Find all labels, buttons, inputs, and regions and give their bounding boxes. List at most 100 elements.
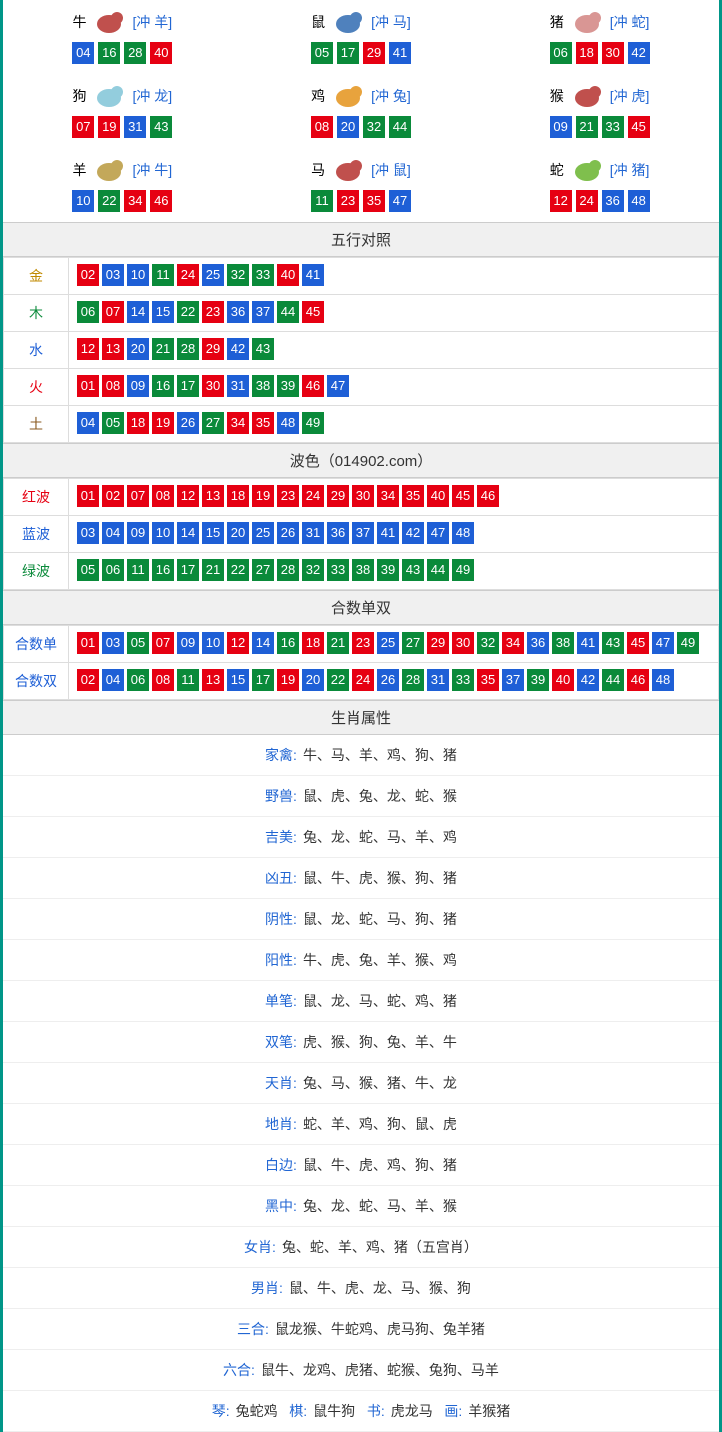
zodiac-balls: 07193143 — [3, 116, 242, 138]
zodiac-clash: [冲 蛇] — [610, 12, 650, 32]
attr-value: 兔、龙、蛇、马、羊、鸡 — [303, 829, 457, 845]
zodiac-icon — [329, 82, 367, 110]
number-ball: 03 — [77, 522, 99, 544]
number-ball: 48 — [452, 522, 474, 544]
attr-row: 黑中:兔、龙、蛇、马、羊、猴 — [3, 1186, 719, 1227]
zodiac-balls: 05172941 — [242, 42, 481, 64]
number-ball: 28 — [124, 42, 146, 64]
attr-row: 野兽: 鼠、虎、兔、龙、蛇、猴 — [3, 776, 719, 817]
number-ball: 12 — [550, 190, 572, 212]
number-ball: 37 — [252, 301, 274, 323]
number-ball: 28 — [177, 338, 199, 360]
number-ball: 27 — [202, 412, 224, 434]
attr-row: 吉美: 兔、龙、蛇、马、羊、鸡 — [3, 817, 719, 858]
attr-row: 女肖:兔、蛇、羊、鸡、猪（五宫肖） — [3, 1227, 719, 1268]
number-ball: 13 — [102, 338, 124, 360]
number-ball: 01 — [77, 632, 99, 654]
number-ball: 49 — [302, 412, 324, 434]
attr-key: 黑中: — [265, 1198, 297, 1214]
number-ball: 29 — [363, 42, 385, 64]
number-ball: 10 — [152, 522, 174, 544]
number-ball: 33 — [452, 669, 474, 691]
row-balls: 0102070812131819232429303435404546 — [69, 479, 719, 516]
zodiac-clash: [冲 虎] — [610, 86, 650, 106]
number-ball: 11 — [177, 669, 199, 691]
number-ball: 19 — [152, 412, 174, 434]
number-ball: 24 — [302, 485, 324, 507]
attr-value: 鼠、虎、兔、龙、蛇、猴 — [303, 788, 457, 804]
number-ball: 30 — [202, 375, 224, 397]
number-ball: 17 — [252, 669, 274, 691]
attr-key: 书: — [367, 1403, 385, 1419]
number-ball: 25 — [377, 632, 399, 654]
attr-row: 白边:鼠、牛、虎、鸡、狗、猪 — [3, 1145, 719, 1186]
number-ball: 49 — [677, 632, 699, 654]
attr-value: 鼠龙猴、牛蛇鸡、虎马狗、兔羊猪 — [275, 1321, 485, 1337]
heshu-table: 合数单0103050709101214161821232527293032343… — [3, 625, 719, 700]
section-header-bose: 波色（014902.com） — [3, 443, 719, 478]
attr-row: 地肖:蛇、羊、鸡、狗、鼠、虎 — [3, 1104, 719, 1145]
attr-value: 虎、猴、狗、兔、羊、牛 — [303, 1034, 457, 1050]
number-ball: 12 — [177, 485, 199, 507]
zodiac-balls: 10223446 — [3, 190, 242, 212]
number-ball: 09 — [127, 522, 149, 544]
number-ball: 31 — [124, 116, 146, 138]
attr-key: 棋: — [289, 1403, 307, 1419]
number-ball: 24 — [352, 669, 374, 691]
number-ball: 32 — [363, 116, 385, 138]
number-ball: 05 — [102, 412, 124, 434]
number-ball: 06 — [102, 559, 124, 581]
zodiac-cell: 牛[冲 羊]04162840 — [3, 0, 242, 74]
number-ball: 47 — [327, 375, 349, 397]
number-ball: 08 — [102, 375, 124, 397]
attr-row-footer: 琴:兔蛇鸡 棋:鼠牛狗 书:虎龙马 画:羊猴猪 — [3, 1391, 719, 1432]
number-ball: 27 — [402, 632, 424, 654]
zodiac-balls: 04162840 — [3, 42, 242, 64]
number-ball: 12 — [77, 338, 99, 360]
number-ball: 17 — [177, 375, 199, 397]
number-ball: 20 — [302, 669, 324, 691]
row-label: 合数单 — [4, 626, 69, 663]
number-ball: 16 — [277, 632, 299, 654]
number-ball: 39 — [277, 375, 299, 397]
attr-row: 六合:鼠牛、龙鸡、虎猪、蛇猴、兔狗、马羊 — [3, 1350, 719, 1391]
number-ball: 41 — [389, 42, 411, 64]
attr-row: 家禽:牛、马、羊、鸡、狗、猪 — [3, 735, 719, 776]
section-header-wuxing: 五行对照 — [3, 222, 719, 257]
attr-value: 兔、马、猴、猪、牛、龙 — [303, 1075, 457, 1091]
zodiac-clash: [冲 兔] — [371, 86, 411, 106]
number-ball: 23 — [277, 485, 299, 507]
attr-row: 三合:鼠龙猴、牛蛇鸡、虎马狗、兔羊猪 — [3, 1309, 719, 1350]
zodiac-icon — [568, 82, 606, 110]
number-ball: 25 — [252, 522, 274, 544]
number-ball: 10 — [202, 632, 224, 654]
attr-key: 野兽: — [265, 788, 297, 804]
number-ball: 48 — [277, 412, 299, 434]
zodiac-name: 马 — [311, 160, 325, 180]
number-ball: 19 — [252, 485, 274, 507]
number-ball: 17 — [337, 42, 359, 64]
number-ball: 23 — [202, 301, 224, 323]
row-balls: 0103050709101214161821232527293032343638… — [69, 626, 719, 663]
number-ball: 27 — [252, 559, 274, 581]
table-row: 水1213202128294243 — [4, 332, 719, 369]
attr-value: 蛇、羊、鸡、狗、鼠、虎 — [303, 1116, 457, 1132]
zodiac-cell: 鸡[冲 兔]08203244 — [242, 74, 481, 148]
attr-key: 天肖: — [265, 1075, 297, 1091]
number-ball: 29 — [202, 338, 224, 360]
row-label: 红波 — [4, 479, 69, 516]
number-ball: 46 — [477, 485, 499, 507]
zodiac-cell: 猴[冲 虎]09213345 — [480, 74, 719, 148]
number-ball: 30 — [352, 485, 374, 507]
number-ball: 11 — [311, 190, 333, 212]
attr-key: 吉美: — [265, 829, 297, 845]
zodiac-balls: 06183042 — [480, 42, 719, 64]
number-ball: 34 — [502, 632, 524, 654]
number-ball: 01 — [77, 485, 99, 507]
row-balls: 0204060811131517192022242628313335373940… — [69, 663, 719, 700]
number-ball: 45 — [452, 485, 474, 507]
number-ball: 22 — [227, 559, 249, 581]
number-ball: 31 — [427, 669, 449, 691]
number-ball: 18 — [302, 632, 324, 654]
number-ball: 15 — [202, 522, 224, 544]
